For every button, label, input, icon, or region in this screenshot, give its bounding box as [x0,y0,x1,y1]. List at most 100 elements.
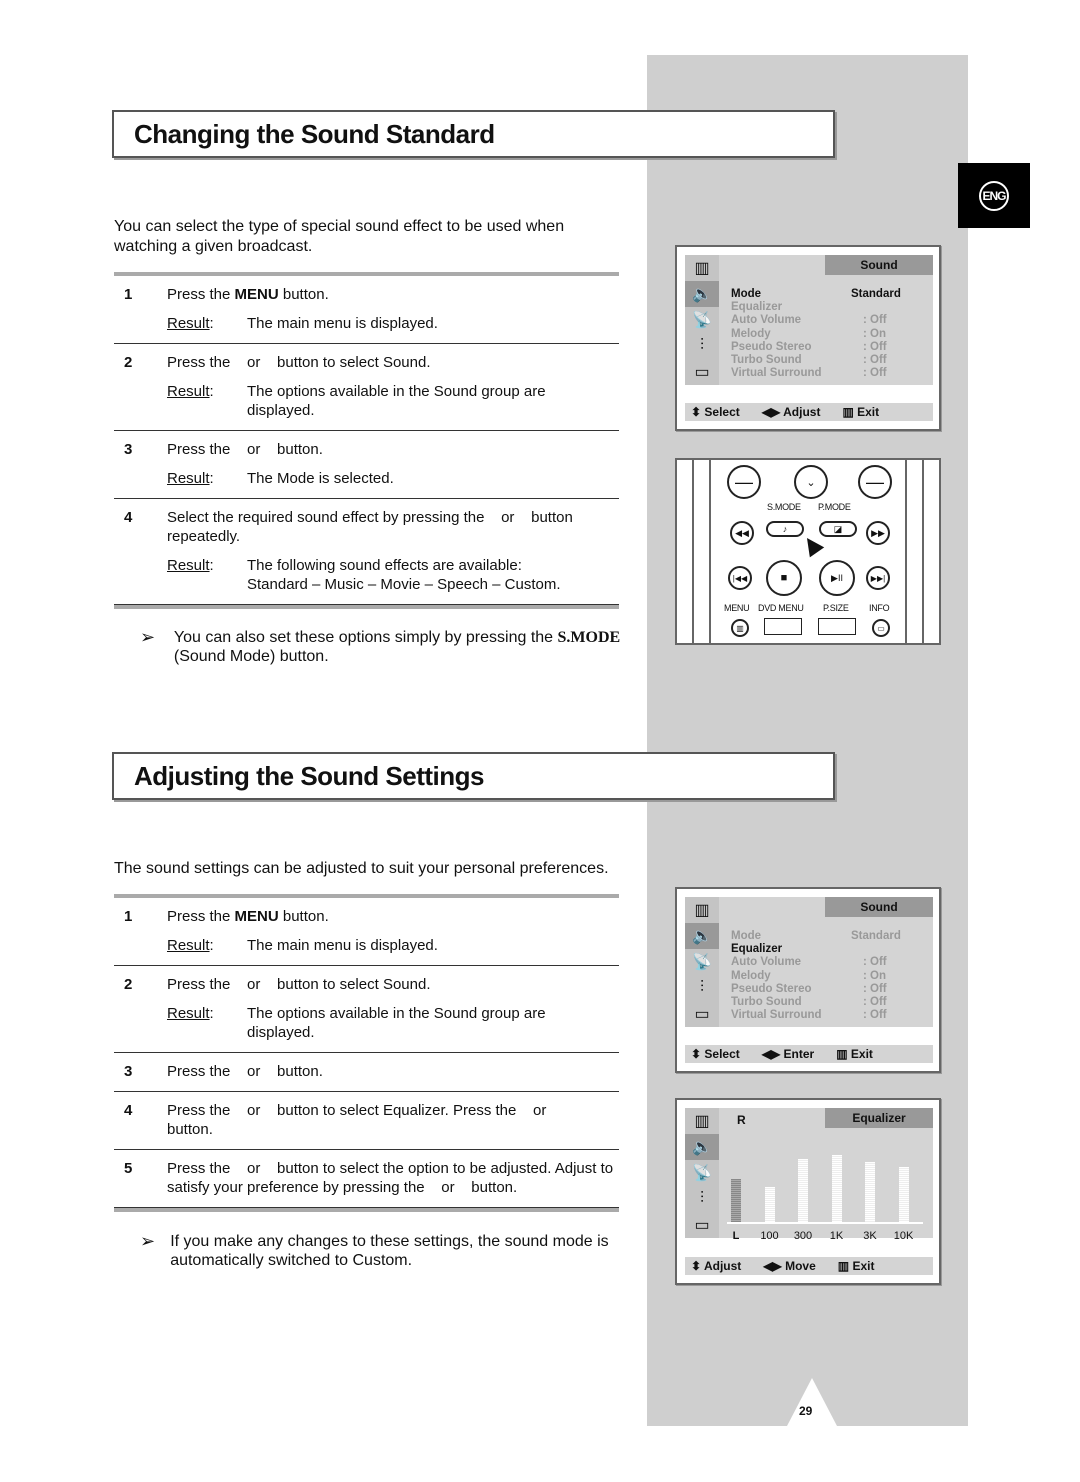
rewind-button: ◀◀ [730,521,754,545]
step-number: 1 [124,908,133,925]
menu-item[interactable]: Virtual Surround: Off [731,1009,921,1022]
remote-control-illustration: — ⌄ — S.MODE P.MODE ◀◀ ♪ ◪ ▶▶ ▲ |◀◀ ■ ▶I… [675,458,941,645]
menu-icon-column: ▥ 🔈 📡 ⫶ ▭ [685,1108,719,1238]
result-label: Result [167,469,247,488]
step-3: 3 Press the or button. [114,1053,619,1092]
step-number: 4 [124,1102,133,1119]
eq-bar-100[interactable] [764,1186,775,1222]
menu-footer: ⬍ Select ◀▶ Enter ▥ Exit [685,1045,933,1063]
section-title-sound-standard: Changing the Sound Standard [112,110,835,158]
exit-hint: ▥ Exit [837,1259,875,1273]
select-hint: ⬍ Select [691,405,740,419]
adjust-hint: ◀▶ Adjust [761,405,821,419]
dvd-menu-label: DVD MENU [758,603,804,613]
psize-button [818,618,856,635]
minus-button: — [858,465,892,499]
menu-item-label: Turbo Sound [731,996,802,1009]
speaker-icon: 🔈 [685,923,719,949]
eq-band-label: 300 [793,1230,813,1242]
step-number: 4 [124,509,133,526]
menu-item-value: Standard [851,930,901,942]
eq-band-label: 1K [829,1230,844,1242]
menu-item[interactable]: Pseudo Stereo: Off [731,341,921,354]
step-number: 5 [124,1160,133,1177]
menu-list: Mode Standard Equalizer Auto Volume : Off Mel… [731,930,921,1022]
result-text: The main menu is displayed. [247,937,438,954]
eq-bar-10K[interactable] [898,1167,909,1222]
stop-button: ■ [766,560,802,596]
section1-note: ➢ You can also set these options simply … [140,627,621,666]
menu-label: MENU [724,603,750,613]
minus-button: — [727,465,761,499]
menu-item-label: Pseudo Stereo [731,982,812,995]
section2-steps: 1Press the MENU button. ResultThe main m… [114,894,619,1212]
eq-bar-L[interactable] [731,1179,741,1222]
result-text: The main menu is displayed. [247,315,438,332]
result-label: Result [167,936,247,955]
menu-item[interactable]: Turbo Sound: Off [731,354,921,367]
menu-item[interactable]: Mode Standard [731,930,921,943]
result-text: The options available in the Sound group… [247,383,546,419]
step-number: 2 [124,354,133,371]
menu-item-label: Turbo Sound [731,354,802,367]
eq-bar-3K[interactable] [865,1162,875,1222]
menu-icon-column: ▥ 🔈 📡 ⫶ ▭ [685,897,719,1027]
eq-band-label: 3K [863,1230,877,1242]
menu-item[interactable]: Melody: On [731,970,921,983]
eq-bar-1K[interactable] [831,1154,842,1222]
sliders-icon: ⫶ [699,337,704,354]
sound-effects-list: Standard – Music – Movie – Speech – Cust… [247,576,561,593]
smode-label: S.MODE [767,502,801,512]
menu-item[interactable]: Pseudo Stereo: Off [731,983,921,996]
menu-footer: ⬍ Adjust ◀▶ Move ▥ Exit [685,1257,933,1275]
menu-item-label: Virtual Surround [731,1009,822,1022]
menu-item[interactable]: Auto Volume : Off [731,314,921,327]
menu-header: Sound [825,897,933,917]
picture-icon: ▥ [694,260,710,277]
menu-item[interactable]: Equalizer [731,301,921,314]
menu-item[interactable]: Mode Standard [731,288,921,301]
adjust-hint: ⬍ Adjust [691,1259,742,1273]
menu-item[interactable]: Virtual Surround: Off [731,367,921,380]
eng-badge: ENG [979,180,1009,211]
pmode-label: P.MODE [818,502,851,512]
tape-icon: ▭ [694,364,710,381]
step-1: 1 Press the MENU button. ResultThe main m… [114,898,619,966]
page-number-marker [787,1378,837,1426]
step-text: Press the or button to select Sound. [167,976,431,993]
result-text: The options available in the Sound group… [247,1005,546,1041]
tv-screen-sound-menu-equalizer: ▥ 🔈 📡 ⫶ ▭ Sound Mode Standard Equalizer Aut… [675,887,941,1073]
step-number: 3 [124,1063,133,1080]
step-text: Press the or button to select the option… [167,1160,618,1196]
menu-list: Mode Standard Equalizer Auto Volume: Off Mel… [731,288,921,380]
menu-item-value: : On [863,327,886,340]
step-number: 3 [124,441,133,458]
menu-item-value: : Off [863,956,887,969]
tv-screen-equalizer: ▥ 🔈 📡 ⫶ ▭ R Equalizer L 100 300 1K 3K 10K ⬍ A… [675,1098,941,1285]
next-button: ▶▶| [866,566,890,590]
select-hint: ⬍ Select [691,1047,740,1061]
menu-item-label: Equalizer [731,943,783,956]
equalizer-baseline [727,1222,923,1224]
menu-item[interactable]: Auto Volume : Off [731,956,921,969]
menu-item[interactable]: Turbo Sound: Off [731,996,921,1009]
menu-item-label: Mode [731,930,762,942]
menu-item-value: : Off [863,314,887,327]
menu-item-label: Auto Volume [731,314,802,327]
menu-item[interactable]: Equalizer [731,943,921,956]
speaker-icon: 🔈 [685,1134,719,1160]
speaker-icon: 🔈 [685,281,719,307]
satellite-dish-icon: 📡 [692,312,712,329]
exit-hint: ▥ Exit [836,1047,873,1061]
section2-intro: The sound settings can be adjusted to su… [114,860,609,877]
menu-item-value: : Off [863,367,887,380]
eq-bar-300[interactable] [798,1159,808,1222]
chevron-down-button: ⌄ [794,465,828,499]
dvd-menu-button [764,618,802,635]
satellite-dish-icon: 📡 [692,1165,712,1182]
menu-item[interactable]: Melody: On [731,328,921,341]
result-text: The Mode is selected. [247,470,394,487]
step-4: 4 Press the or button to select Equalizer… [114,1092,619,1150]
menu-item-label: Auto Volume [731,956,802,969]
menu-header: Equalizer [825,1108,933,1128]
